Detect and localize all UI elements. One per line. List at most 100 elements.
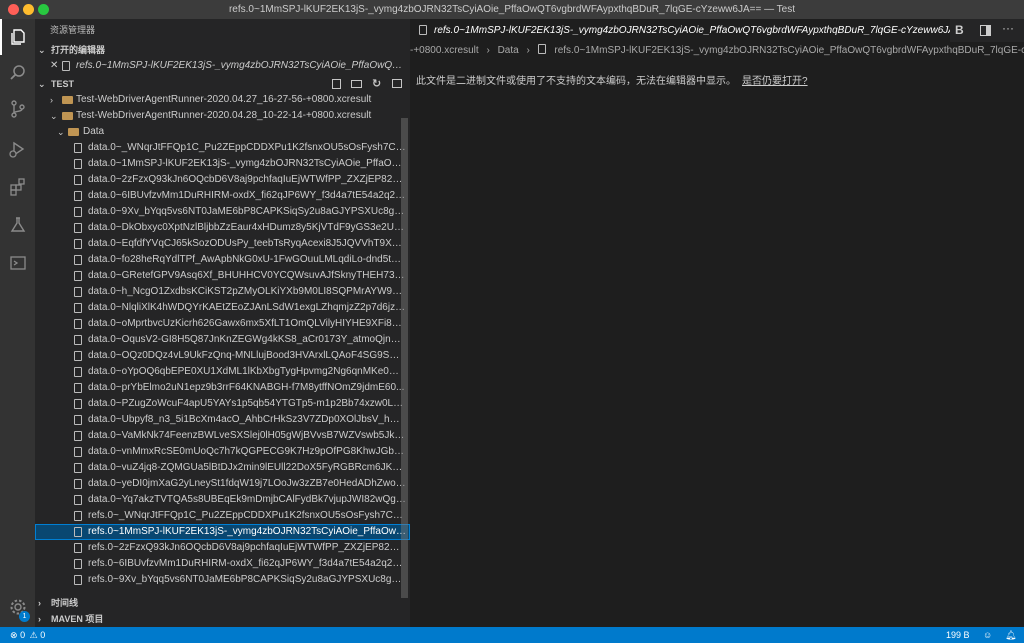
- file-item[interactable]: data.0~fo28heRqYdlTPf_AwApbNkG0xU-1FwGOu…: [35, 252, 410, 268]
- refresh-icon[interactable]: ↻: [372, 76, 381, 92]
- file-icon: [74, 159, 82, 169]
- file-item[interactable]: data.0~vuZ4jq8-ZQMGUa5lBtDJx2min9lEUll22…: [35, 460, 410, 476]
- data-folder-item[interactable]: ⌄ Data: [35, 124, 410, 140]
- collapse-all-icon[interactable]: [392, 79, 402, 88]
- file-item[interactable]: data.0~Ubpyf8_n3_5i1BcXm4acO_AhbCrHkSz3V…: [35, 412, 410, 428]
- file-icon: [74, 223, 82, 233]
- new-folder-icon[interactable]: [351, 80, 362, 88]
- problems-indicator[interactable]: ⊗ 0 ⚠ 0: [10, 627, 45, 643]
- file-icon: [74, 559, 82, 569]
- file-icon: [62, 61, 70, 71]
- error-icon: ⊗: [10, 630, 18, 640]
- notifications-bell-icon[interactable]: 🔔︎: [1005, 627, 1016, 643]
- file-item[interactable]: data.0~h_NcgO1ZxdbsKCiKST2pZMyOLKiYXb9M0…: [35, 284, 410, 300]
- file-icon: [74, 575, 82, 585]
- file-item[interactable]: data.0~PZugZoWcuF4apU5YAYs1p5qb54YTGTp5-…: [35, 396, 410, 412]
- file-icon: [74, 175, 82, 185]
- source-control-icon[interactable]: [0, 91, 35, 127]
- file-item[interactable]: refs.0~9Xv_bYqq5vs6NT0JaME6bP8CAPKSiqSy2…: [35, 572, 410, 588]
- file-label: data.0~DkObxyc0XptNzlBljbbZzEaur4xHDumz8…: [88, 222, 406, 233]
- file-size[interactable]: 199 B: [946, 627, 970, 643]
- file-item[interactable]: data.0~Yq7akzTVTQA5s8UBEqEk9mDmjbCAlFydB…: [35, 492, 410, 508]
- file-label: data.0~1MmSPJ-lKUF2EK13jS-_vymg4zbOJRN32…: [88, 158, 406, 169]
- file-item[interactable]: data.0~GRetefGPV9Asq6Xf_BHUHHCV0YCQWsuvA…: [35, 268, 410, 284]
- open-anyway-link[interactable]: 是否仍要打开?: [742, 76, 808, 87]
- file-tree: data.0~_WNqrJtFFQp1C_Pu2ZEppCDDXPu1K2fsn…: [35, 140, 410, 588]
- chevron-down-icon: ⌄: [50, 111, 58, 121]
- file-item[interactable]: data.0~DkObxyc0XptNzlBljbbZzEaur4xHDumz8…: [35, 220, 410, 236]
- file-item[interactable]: data.0~yeDI0jmXaG2yLneySt1fdqW19j7LOoJw3…: [35, 476, 410, 492]
- file-item[interactable]: data.0~NlqliXlK4hWDQYrKAEtZEoZJAnLSdW1ex…: [35, 300, 410, 316]
- file-item[interactable]: data.0~VaMkNk74FeenzBWLveSXSlej0lH05gWjB…: [35, 428, 410, 444]
- explorer-icon[interactable]: [0, 19, 35, 55]
- sidebar-scrollbar[interactable]: [401, 118, 408, 598]
- folder-item[interactable]: ⌄ Test-WebDriverAgentRunner-2020.04.28_1…: [35, 108, 410, 124]
- settings-badge: 1: [19, 611, 30, 622]
- breadcrumb-folder[interactable]: -+0800.xcresult: [410, 45, 479, 56]
- file-item[interactable]: data.0~OqusV2-GI8H5Q87JnKnZEGWg4kKS8_aCr…: [35, 332, 410, 348]
- bold-icon[interactable]: B: [955, 23, 964, 37]
- file-label: data.0~6IBUvfzvMm1DuRHIRM-oxdX_fi62qJP6W…: [88, 190, 406, 201]
- run-debug-icon[interactable]: [0, 131, 35, 167]
- breadcrumb: -+0800.xcresult › Data › refs.0~1MmSPJ-l…: [410, 42, 1024, 60]
- close-icon[interactable]: ✕: [50, 58, 58, 74]
- zoom-window-button[interactable]: [38, 4, 49, 15]
- editor-tab-label: refs.0~1MmSPJ-lKUF2EK13jS-_vymg4zbOJRN32…: [434, 25, 950, 36]
- editor-tab-active[interactable]: refs.0~1MmSPJ-lKUF2EK13jS-_vymg4zbOJRN32…: [410, 19, 950, 42]
- breadcrumb-separator: ›: [486, 45, 490, 56]
- open-editor-item[interactable]: ✕ refs.0~1MmSPJ-lKUF2EK13jS-_vymg4zbOJRN…: [35, 58, 410, 75]
- file-item-selected[interactable]: refs.0~1MmSPJ-lKUF2EK13jS-_vymg4zbOJRN32…: [35, 524, 410, 540]
- file-item[interactable]: data.0~_WNqrJtFFQp1C_Pu2ZEppCDDXPu1K2fsn…: [35, 140, 410, 156]
- file-item[interactable]: data.0~OQz0DQz4vL9UkFzQnq-MNLlujBood3HVA…: [35, 348, 410, 364]
- file-label: refs.0~2zFzxQ93kJn6OQcbD6V8aj9pchfaqIuEj…: [88, 542, 406, 553]
- chevron-down-icon: ⌄: [57, 127, 65, 137]
- file-label: data.0~OqusV2-GI8H5Q87JnKnZEGWg4kKS8_aCr…: [88, 334, 406, 345]
- file-item[interactable]: refs.0~_WNqrJtFFQp1C_Pu2ZEppCDDXPu1K2fsn…: [35, 508, 410, 524]
- file-label: refs.0~1MmSPJ-lKUF2EK13jS-_vymg4zbOJRN32…: [88, 526, 406, 537]
- timeline-section[interactable]: › 时间线: [35, 595, 410, 611]
- workspace-section[interactable]: ⌄ TEST ↻: [35, 76, 410, 92]
- chevron-down-icon: ⌄: [38, 45, 46, 55]
- minimize-window-button[interactable]: [23, 4, 34, 15]
- new-file-icon[interactable]: [332, 79, 341, 89]
- file-icon: [74, 495, 82, 505]
- explorer-sidebar: 资源管理器 ⌄ 打开的编辑器 ✕ refs.0~1MmSPJ-lKUF2EK13…: [35, 19, 410, 627]
- chevron-down-icon: ⌄: [38, 79, 46, 89]
- file-label: data.0~VaMkNk74FeenzBWLveSXSlej0lH05gWjB…: [88, 430, 406, 441]
- file-icon: [74, 399, 82, 409]
- close-window-button[interactable]: [8, 4, 19, 15]
- split-editor-icon[interactable]: [980, 25, 991, 36]
- file-item[interactable]: data.0~EqfdfYVqCJ65kSozODUsPy_teebTsRyqA…: [35, 236, 410, 252]
- file-item[interactable]: data.0~6IBUvfzvMm1DuRHIRM-oxdX_fi62qJP6W…: [35, 188, 410, 204]
- search-icon[interactable]: [0, 55, 35, 91]
- file-item[interactable]: data.0~vnMmxRcSE0mUoQc7h7kQGPECG9K7Hz9pO…: [35, 444, 410, 460]
- file-icon: [74, 479, 82, 489]
- breadcrumb-data[interactable]: Data: [498, 45, 519, 56]
- file-item[interactable]: data.0~2zFzxQ93kJn6OQcbD6V8aj9pchfaqIuEj…: [35, 172, 410, 188]
- more-actions-icon[interactable]: ···: [1002, 21, 1014, 35]
- folder-item[interactable]: › Test-WebDriverAgentRunner-2020.04.27_1…: [35, 92, 410, 108]
- extensions-icon[interactable]: [0, 169, 35, 205]
- breadcrumb-file[interactable]: refs.0~1MmSPJ-lKUF2EK13jS-_vymg4zbOJRN32…: [554, 45, 1024, 56]
- tab-bar: refs.0~1MmSPJ-lKUF2EK13jS-_vymg4zbOJRN32…: [410, 19, 1024, 42]
- remote-terminal-icon[interactable]: [0, 245, 35, 281]
- chevron-right-icon: ›: [50, 95, 53, 105]
- file-label: data.0~Yq7akzTVTQA5s8UBEqEk9mDmjbCAlFydB…: [88, 494, 406, 505]
- file-item[interactable]: data.0~prYbElmo2uN1epz9b3rrF64KNABGH-f7M…: [35, 380, 410, 396]
- testing-flask-icon[interactable]: [0, 207, 35, 243]
- file-item[interactable]: refs.0~2zFzxQ93kJn6OQcbD6V8aj9pchfaqIuEj…: [35, 540, 410, 556]
- warning-count: 0: [40, 630, 46, 640]
- error-count: 0: [20, 630, 26, 640]
- file-item[interactable]: data.0~oMprtbvcUzKicrh626Gawx6mx5XfLT1Om…: [35, 316, 410, 332]
- file-label: data.0~OQz0DQz4vL9UkFzQnq-MNLlujBood3HVA…: [88, 350, 406, 361]
- open-editors-section[interactable]: ⌄ 打开的编辑器: [35, 42, 410, 58]
- maven-section[interactable]: › MAVEN 项目: [35, 611, 410, 627]
- file-item[interactable]: data.0~9Xv_bYqq5vs6NT0JaME6bP8CAPKSiqSy2…: [35, 204, 410, 220]
- file-item[interactable]: data.0~oYpOQ6qbEPE0XU1XdML1lKbXbgTygHpvm…: [35, 364, 410, 380]
- feedback-icon[interactable]: ☺: [983, 627, 992, 643]
- file-label: data.0~2zFzxQ93kJn6OQcbD6V8aj9pchfaqIuEj…: [88, 174, 406, 185]
- file-icon: [74, 511, 82, 521]
- settings-gear-icon[interactable]: 1: [0, 589, 35, 625]
- file-item[interactable]: refs.0~6IBUvfzvMm1DuRHIRM-oxdX_fi62qJP6W…: [35, 556, 410, 572]
- file-item[interactable]: data.0~1MmSPJ-lKUF2EK13jS-_vymg4zbOJRN32…: [35, 156, 410, 172]
